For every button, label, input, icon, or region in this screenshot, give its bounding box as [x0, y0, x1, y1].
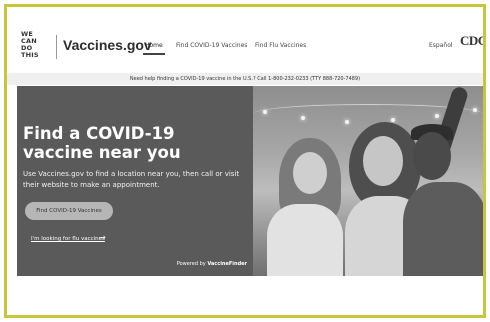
- light-bulb: [345, 120, 349, 124]
- site-header: WE CAN DO THIS Vaccines.gov Home Find CO…: [7, 7, 483, 73]
- light-bulb: [263, 110, 267, 114]
- person-left-body: [267, 204, 343, 276]
- nav-find-covid-vaccines[interactable]: Find COVID-19 Vaccines: [176, 42, 247, 49]
- page-frame: WE CAN DO THIS Vaccines.gov Home Find CO…: [4, 4, 486, 318]
- help-phone-banner: Need help finding a COVID-19 vaccine in …: [7, 73, 483, 85]
- person-middle-face: [363, 136, 403, 186]
- light-bulb: [435, 114, 439, 118]
- arrow-right-icon[interactable]: →: [99, 234, 106, 242]
- language-toggle-espanol[interactable]: Español: [429, 42, 453, 49]
- cdc-logo[interactable]: CDC: [460, 33, 483, 51]
- light-bulb: [391, 118, 395, 122]
- person-right-body: [403, 182, 483, 276]
- powered-by-credit: Powered by VaccineFinder: [177, 261, 247, 267]
- site-name[interactable]: Vaccines.gov: [63, 37, 152, 53]
- find-covid-vaccines-button[interactable]: Find COVID-19 Vaccines: [25, 202, 113, 220]
- logo-divider: [56, 35, 57, 59]
- light-bulb: [301, 116, 305, 120]
- light-bulb: [473, 108, 477, 112]
- flu-vaccines-link[interactable]: I'm looking for flu vaccines: [31, 236, 105, 242]
- hero-subtitle: Use Vaccines.gov to find a location near…: [23, 170, 240, 189]
- we-can-do-this-logo[interactable]: WE CAN DO THIS: [21, 31, 53, 61]
- nav-home[interactable]: Home: [143, 42, 165, 55]
- person-right-face: [413, 132, 451, 180]
- hero-text-panel: Find a COVID-19 vaccine near you Use Vac…: [17, 86, 253, 276]
- hero-photo-friends: [253, 86, 483, 276]
- powered-by-prefix: Powered by: [176, 261, 206, 267]
- logo-line-4: THIS: [21, 51, 39, 59]
- hero-section: Find a COVID-19 vaccine near you Use Vac…: [17, 86, 483, 276]
- person-left-face: [293, 152, 327, 194]
- vaccinefinder-brand: VaccineFinder: [207, 261, 247, 267]
- nav-find-flu-vaccines[interactable]: Find Flu Vaccines: [255, 42, 306, 49]
- hero-title: Find a COVID-19 vaccine near you: [23, 124, 181, 162]
